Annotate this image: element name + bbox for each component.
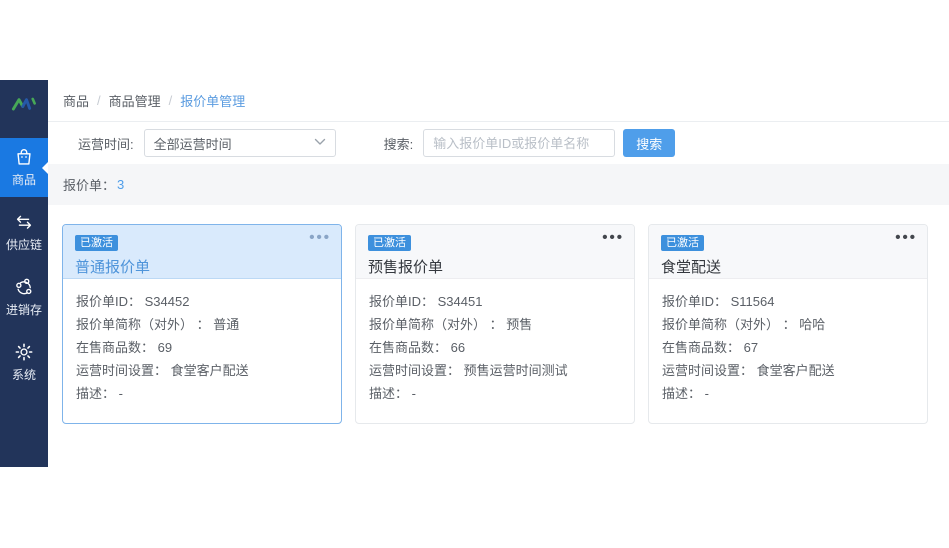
quote-card-title: 普通报价单	[75, 256, 329, 277]
quote-count-label: 报价单：	[63, 175, 115, 194]
quote-card-title: 预售报价单	[368, 256, 622, 277]
share-nodes-icon	[13, 276, 35, 298]
sidebar-item-系统[interactable]: 系统	[0, 333, 48, 392]
page: 商品供应链进销存系统 商品 / 商品管理 / 报价单管理 运营时间: 全部运营时间 搜索…	[0, 0, 949, 548]
breadcrumb-item-1[interactable]: 商品	[63, 91, 89, 110]
sidebar-item-label: 进销存	[6, 301, 42, 318]
quote-card-field: 运营时间设置： 预售运营时间测试	[369, 359, 621, 382]
brand-logo	[0, 80, 48, 128]
quote-card-body: 报价单ID： S11564报价单简称（对外） ： 哈哈在售商品数： 67运营时间…	[649, 279, 927, 416]
quote-count-value: 3	[117, 177, 124, 192]
quote-card-field: 描述： -	[662, 382, 914, 405]
quote-card-title: 食堂配送	[661, 256, 915, 277]
sidebar-nav: 商品供应链进销存系统	[0, 138, 48, 398]
chevron-down-icon	[314, 138, 326, 149]
quote-card-header: 已激活食堂配送 •••	[649, 225, 927, 279]
time-filter-value: 全部运营时间	[154, 134, 232, 153]
more-options-icon[interactable]: •••	[895, 229, 917, 246]
sidebar-item-供应链[interactable]: 供应链	[0, 203, 48, 262]
breadcrumb-item-2[interactable]: 商品管理	[109, 91, 161, 110]
more-options-icon[interactable]: •••	[602, 229, 624, 246]
quote-card-field: 报价单ID： S34451	[369, 290, 621, 313]
search-input[interactable]	[423, 129, 615, 157]
gear-icon	[13, 341, 35, 363]
breadcrumb-item-3: 报价单管理	[180, 91, 245, 110]
app-frame: 商品供应链进销存系统 商品 / 商品管理 / 报价单管理 运营时间: 全部运营时间 搜索…	[0, 80, 949, 467]
breadcrumb-separator: /	[169, 93, 173, 108]
breadcrumb: 商品 / 商品管理 / 报价单管理	[48, 80, 949, 122]
search-group: 搜索: 搜索	[384, 129, 676, 157]
quote-card-field: 报价单ID： S11564	[662, 290, 914, 313]
search-label: 搜索:	[384, 134, 414, 153]
quote-card-header: 已激活普通报价单 •••	[63, 225, 341, 279]
quote-card-field: 报价单ID： S34452	[76, 290, 328, 313]
status-badge: 已激活	[368, 235, 411, 251]
quote-card-field: 报价单简称（对外） ： 预售	[369, 313, 621, 336]
shopping-bag-icon	[13, 146, 35, 168]
status-badge: 已激活	[661, 235, 704, 251]
quote-card-field: 在售商品数： 67	[662, 336, 914, 359]
quote-card-body: 报价单ID： S34451报价单简称（对外） ： 预售在售商品数： 66运营时间…	[356, 279, 634, 416]
time-filter-select[interactable]: 全部运营时间	[144, 129, 336, 157]
sidebar-item-商品[interactable]: 商品	[0, 138, 48, 197]
quote-card-field: 描述： -	[369, 382, 621, 405]
quote-card-1[interactable]: 已激活普通报价单 ••• 报价单ID： S34452报价单简称（对外） ： 普通在售…	[62, 224, 342, 424]
sidebar-item-label: 商品	[12, 171, 36, 188]
quote-card-field: 运营时间设置： 食堂客户配送	[76, 359, 328, 382]
quote-card-list: 已激活普通报价单•••报价单ID： S34452报价单简称（对外） ： 普通在售…	[48, 205, 949, 424]
more-options-icon[interactable]: •••	[309, 229, 331, 246]
brand-logo-icon	[9, 89, 39, 119]
main-area: 商品 / 商品管理 / 报价单管理 运营时间: 全部运营时间 搜索: 搜索 报价单： 3	[48, 80, 949, 467]
quote-card-field: 报价单简称（对外） ： 哈哈	[662, 313, 914, 336]
swap-arrows-icon	[13, 211, 35, 233]
sidebar-item-进销存[interactable]: 进销存	[0, 268, 48, 327]
quote-card-2[interactable]: 已激活预售报价单 ••• 报价单ID： S34451报价单简称（对外） ： 预售在售…	[355, 224, 635, 424]
sidebar-item-label: 供应链	[6, 236, 42, 253]
sidebar-item-label: 系统	[12, 366, 36, 383]
quote-card-field: 在售商品数： 66	[369, 336, 621, 359]
quote-card-3[interactable]: 已激活食堂配送 ••• 报价单ID： S11564报价单简称（对外） ： 哈哈在售商…	[648, 224, 928, 424]
time-filter-label: 运营时间:	[78, 134, 134, 153]
sidebar: 商品供应链进销存系统	[0, 80, 48, 467]
quote-count-bar: 报价单： 3	[48, 164, 949, 205]
quote-card-field: 描述： -	[76, 382, 328, 405]
quote-card-body: 报价单ID： S34452报价单简称（对外） ： 普通在售商品数： 69运营时间…	[63, 279, 341, 416]
quote-card-field: 运营时间设置： 食堂客户配送	[662, 359, 914, 382]
search-button[interactable]: 搜索	[623, 129, 675, 157]
quote-card-field: 在售商品数： 69	[76, 336, 328, 359]
breadcrumb-separator: /	[97, 93, 101, 108]
status-badge: 已激活	[75, 235, 118, 251]
quote-card-field: 报价单简称（对外） ： 普通	[76, 313, 328, 336]
quote-card-header: 已激活预售报价单 •••	[356, 225, 634, 279]
filter-bar: 运营时间: 全部运营时间 搜索: 搜索	[48, 122, 949, 164]
